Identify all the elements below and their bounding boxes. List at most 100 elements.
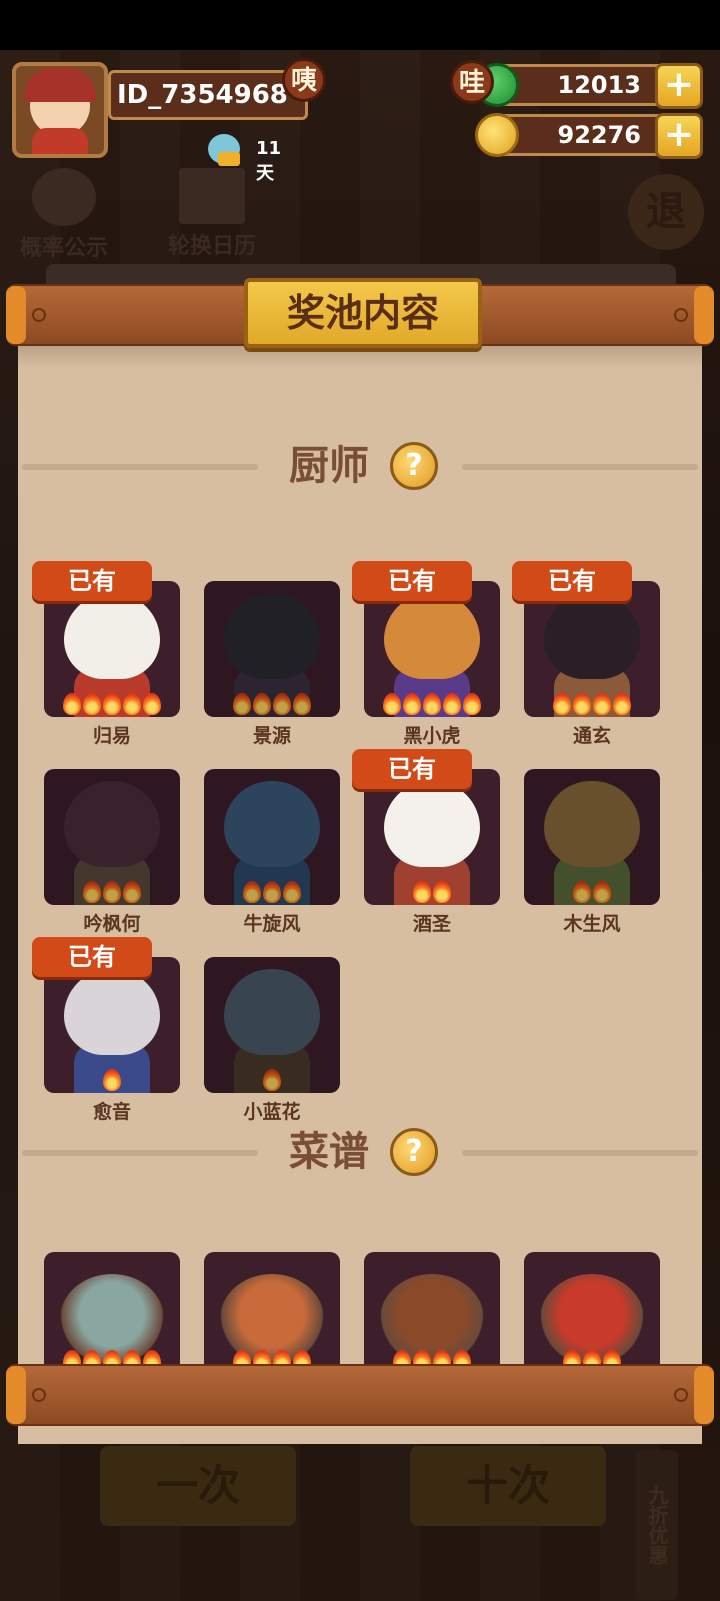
flame-icon [413, 881, 431, 903]
jade-currency: 12013 + [475, 63, 703, 109]
star-rating [44, 881, 180, 903]
rivet-icon [32, 308, 46, 322]
gold-value: 92276 [557, 121, 642, 149]
chef-head [384, 593, 480, 679]
flame-icon [423, 693, 441, 715]
chef-card[interactable]: 归易 已有 [32, 561, 180, 749]
flame-icon [403, 693, 421, 715]
flame-icon [573, 693, 591, 715]
chef-name: 愈音 [92, 1101, 131, 1123]
chef-portrait [204, 581, 340, 717]
owned-badge: 已有 [352, 561, 472, 601]
chef-name: 黑小虎 [403, 725, 461, 747]
game-screen: ID_7354968 咦 11天 12013 + 哇 92276 + 概率公示 … [0, 50, 720, 1601]
dialog-title: 奖池内容 [244, 278, 482, 348]
chef-name: 酒圣 [412, 913, 451, 935]
flame-icon [273, 693, 291, 715]
chef-head [224, 969, 320, 1055]
recipe-image [44, 1252, 180, 1374]
chef-card[interactable]: 木生风 [524, 769, 660, 937]
scroll-bottom-bar [6, 1364, 714, 1426]
recipe-help-icon[interactable]: ? [390, 1128, 438, 1176]
chef-card[interactable]: 通玄 已有 [512, 561, 660, 749]
chef-card[interactable]: 景源 [204, 581, 340, 749]
player-avatar[interactable] [12, 62, 108, 158]
flame-icon [433, 881, 451, 903]
jade-value: 12013 [557, 71, 642, 99]
chef-portrait [524, 769, 660, 905]
chef-head [224, 781, 320, 867]
recipe-section-label: 菜谱 [289, 1129, 369, 1175]
star-rating [44, 693, 180, 715]
chef-card[interactable]: 牛旋风 [204, 769, 340, 937]
chef-name: 牛旋风 [243, 913, 301, 935]
calendar-menu: 轮换日历 [160, 168, 264, 260]
recipe-image [364, 1252, 500, 1374]
chef-section-header: 厨师 ? [18, 436, 702, 496]
chef-head [384, 781, 480, 867]
flame-icon [263, 881, 281, 903]
rivet-icon [32, 1388, 46, 1402]
flame-icon [613, 693, 631, 715]
flame-icon [293, 693, 311, 715]
chef-name: 小蓝花 [243, 1101, 301, 1123]
flame-icon [83, 881, 101, 903]
chef-name: 木生风 [563, 913, 621, 935]
draw-ten-button: 十次 [410, 1446, 606, 1526]
player-badge[interactable]: 咦 [282, 58, 326, 102]
owned-badge: 已有 [32, 937, 152, 977]
divider [462, 464, 698, 470]
flame-icon [143, 693, 161, 715]
star-rating [364, 693, 500, 715]
chef-help-icon[interactable]: ? [390, 442, 438, 490]
rivet-icon [674, 308, 688, 322]
flame-icon [63, 693, 81, 715]
flame-icon [103, 693, 121, 715]
chef-card[interactable]: 黑小虎 已有 [352, 561, 500, 749]
chef-portrait [364, 769, 500, 905]
owned-badge: 已有 [352, 749, 472, 789]
chef-name: 通玄 [572, 725, 611, 747]
chef-card[interactable]: 酒圣 已有 [352, 749, 500, 937]
flame-icon [83, 693, 101, 715]
chef-head [224, 593, 320, 679]
flame-icon [103, 881, 121, 903]
flame-icon [463, 693, 481, 715]
discount-tag: 九折优惠 [636, 1450, 678, 1600]
chef-name: 景源 [252, 725, 291, 747]
flame-icon [573, 881, 591, 903]
draw-once-button: 一次 [100, 1446, 296, 1526]
recipe-image [524, 1252, 660, 1374]
chef-head [64, 969, 160, 1055]
player-id: ID_7354968 [108, 70, 308, 120]
flame-icon [253, 693, 271, 715]
gold-currency: 92276 + [475, 113, 703, 159]
chef-portrait [204, 769, 340, 905]
flame-icon [243, 881, 261, 903]
chef-head [544, 593, 640, 679]
divider [462, 1150, 698, 1156]
chef-name: 吟枫何 [83, 913, 141, 935]
chef-portrait [204, 957, 340, 1093]
chef-portrait [524, 581, 660, 717]
divider [22, 464, 258, 470]
add-jade-button[interactable]: + [655, 63, 703, 109]
owned-badge: 已有 [512, 561, 632, 601]
flame-icon [103, 1069, 121, 1091]
chef-portrait [364, 581, 500, 717]
recipe-section-header: 菜谱 ? [18, 1122, 702, 1182]
flame-icon [123, 881, 141, 903]
chef-card[interactable]: 吟枫何 [44, 769, 180, 937]
star-rating [44, 1069, 180, 1091]
chef-name: 归易 [92, 725, 131, 747]
chef-card[interactable]: 小蓝花 [204, 957, 340, 1125]
calendar-label: 轮换日历 [167, 234, 256, 259]
star-rating [524, 881, 660, 903]
chef-portrait [44, 769, 180, 905]
flame-icon [123, 693, 141, 715]
chef-card[interactable]: 愈音 已有 [32, 937, 180, 1125]
calendar-icon [179, 168, 245, 224]
flame-icon [443, 693, 461, 715]
add-gold-button[interactable]: + [655, 113, 703, 159]
flame-icon [593, 881, 611, 903]
